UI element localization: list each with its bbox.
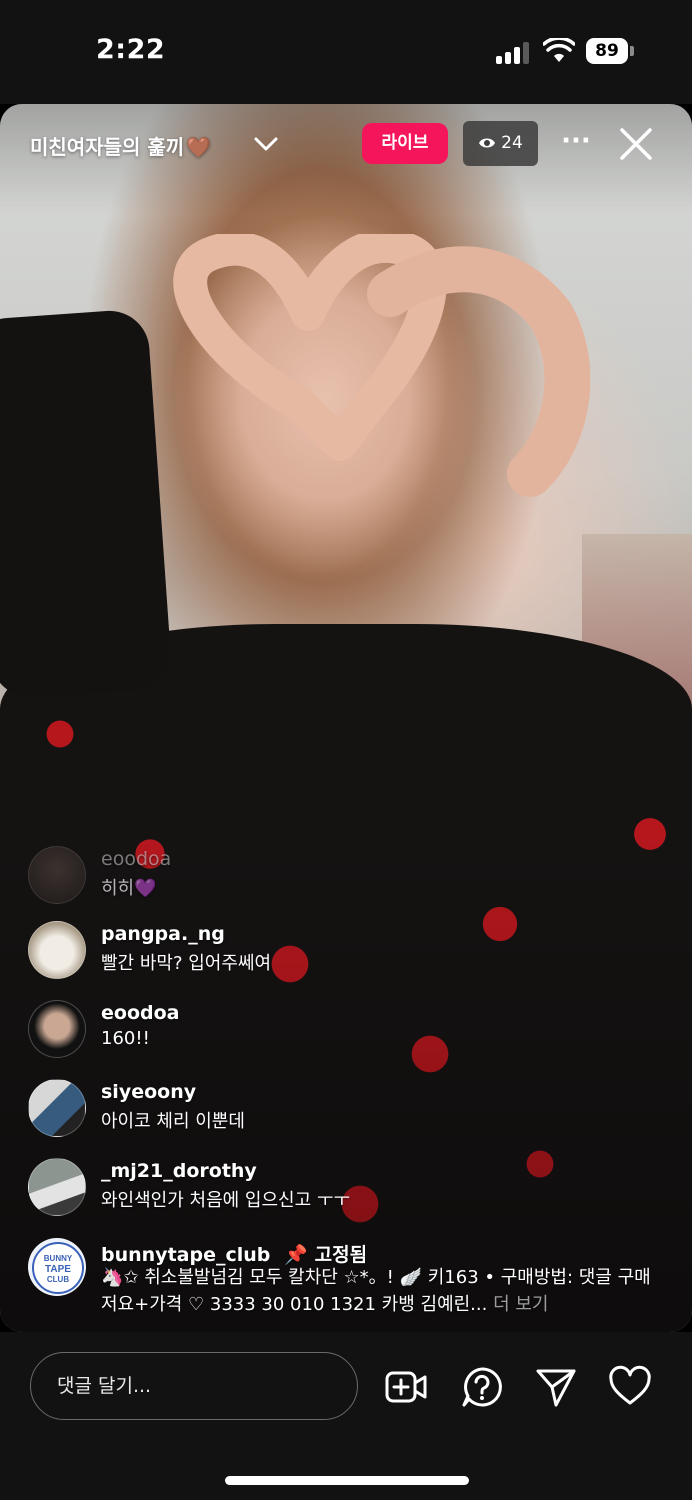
avatar[interactable] <box>28 921 86 979</box>
avatar[interactable]: BUNNY TAPE CLUB <box>28 1238 86 1296</box>
comment-input[interactable]: 댓글 달기... <box>30 1352 358 1420</box>
comment-username[interactable]: _mj21_dorothy <box>101 1160 257 1182</box>
stream-title-text: 미친여자들의 훑끼 <box>30 135 185 159</box>
comment-username[interactable]: eoodoa <box>101 848 171 870</box>
comment-text: 히히💜 <box>101 878 157 899</box>
comment-text: 160!! <box>101 1028 150 1049</box>
eye-icon <box>479 138 496 148</box>
comment-username[interactable]: eoodoa <box>101 1002 179 1024</box>
left-sleeve <box>0 308 174 700</box>
comment-text: 빨간 바막? 입어주쎄여 <box>101 953 272 974</box>
pinned-text: 🦄✩ 취소불발넘김 모두 칼차단 ☆*。! 🪽 키163 • 구매방법: 댓글 … <box>101 1264 661 1318</box>
svg-text:CLUB: CLUB <box>47 1275 69 1284</box>
comment-item[interactable]: eoodoa 160!! <box>28 996 668 1062</box>
avatar[interactable] <box>28 1158 86 1216</box>
comment-username[interactable]: siyeoony <box>101 1081 196 1103</box>
pinned-username-text: bunnytape_club <box>101 1244 271 1266</box>
comment-text: 와인색인가 처음에 입으신고 ㅜㅜ <box>101 1190 351 1211</box>
comment-username[interactable]: pangpa._ng <box>101 923 225 945</box>
status-bar: 2:22 89 <box>0 0 692 104</box>
bottom-bar: 댓글 달기... <box>0 1332 692 1500</box>
svg-text:BUNNY: BUNNY <box>44 1254 73 1263</box>
comment-item[interactable]: siyeoony 아이코 체리 이뿐데 <box>28 1075 668 1141</box>
close-icon[interactable] <box>618 126 654 162</box>
viewer-count: 24 <box>501 133 523 153</box>
status-time: 2:22 <box>96 34 166 65</box>
comment-item[interactable]: _mj21_dorothy 와인색인가 처음에 입으신고 ㅜㅜ <box>28 1154 668 1220</box>
home-indicator[interactable] <box>225 1476 469 1485</box>
heart-icon[interactable] <box>608 1365 652 1409</box>
svg-text:TAPE: TAPE <box>45 1264 71 1275</box>
pinned-label: 📌 고정됨 <box>284 1244 368 1266</box>
comment-text: 아이코 체리 이뿐데 <box>101 1111 245 1132</box>
pinned-text-body: 🦄✩ 취소불발넘김 모두 칼차단 ☆*。! 🪽 키163 • 구매방법: 댓글 … <box>101 1267 651 1315</box>
pinned-username[interactable]: bunnytape_club 📌 고정됨 <box>101 1240 367 1267</box>
stream-title[interactable]: 미친여자들의 훑끼 🤎 <box>30 131 211 160</box>
heart-hands <box>173 234 590 497</box>
avatar[interactable] <box>28 1079 86 1137</box>
brown-heart-emoji: 🤎 <box>186 135 212 159</box>
live-video[interactable]: 미친여자들의 훑끼 🤎 라이브 24 ··· eoodoa 히히💜 pangpa.… <box>0 104 692 1332</box>
chevron-down-icon[interactable] <box>253 134 279 154</box>
battery-level: 89 <box>586 38 628 64</box>
comment-item[interactable]: eoodoa 히히💜 <box>28 842 668 908</box>
question-icon[interactable] <box>460 1365 504 1409</box>
bunnytape-logo: BUNNY TAPE CLUB <box>32 1242 84 1294</box>
avatar[interactable] <box>28 846 86 904</box>
more-icon[interactable]: ··· <box>560 128 592 154</box>
wifi-icon <box>543 38 575 62</box>
live-badge: 라이브 <box>362 123 448 164</box>
avatar[interactable] <box>28 1000 86 1058</box>
pinned-comment[interactable]: BUNNY TAPE CLUB bunnytape_club 📌 고정됨 🦄✩ 취… <box>28 1234 668 1318</box>
more-link[interactable]: 더 보기 <box>493 1294 548 1315</box>
viewer-count-badge[interactable]: 24 <box>463 121 538 166</box>
comment-item[interactable]: pangpa._ng 빨간 바막? 입어주쎄여 <box>28 917 668 983</box>
signal-icon <box>496 42 532 64</box>
battery-icon: 89 <box>586 38 634 64</box>
add-video-icon[interactable] <box>384 1365 428 1409</box>
send-icon[interactable] <box>534 1365 578 1409</box>
